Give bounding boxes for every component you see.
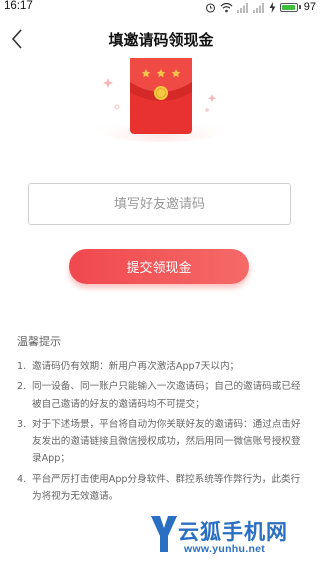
- wifi-icon: [220, 2, 233, 12]
- red-envelope-illustration: [90, 52, 232, 144]
- tip-text: 同一设备、同一账户只能输入一次邀请码；自己的邀请码或已经被自己邀请的好友的邀请码…: [32, 381, 301, 410]
- tip-number: 1.: [17, 361, 27, 372]
- tip-text: 平台严厉打击使用App分身软件、群控系统等作弊行为，此类行为将视为无效邀请。: [32, 473, 301, 503]
- tip-number: 3.: [17, 418, 27, 430]
- status-icons: 97: [205, 0, 316, 14]
- submit-button[interactable]: 提交领现金: [69, 249, 249, 284]
- tip-item: 4. 平台严厉打击使用App分身软件、群控系统等作弊行为，此类行为将视为无效邀请…: [17, 471, 307, 506]
- signal-icon: [252, 2, 264, 13]
- tip-number: 2.: [17, 381, 27, 393]
- tip-item: 1. 邀请码仍有效期：新用户再次激活App7天以内；: [17, 358, 307, 375]
- tips-title: 温馨提示: [17, 335, 61, 348]
- tips-list: 1. 邀请码仍有效期：新用户再次激活App7天以内； 2. 同一设备、同一账户只…: [17, 358, 307, 508]
- battery-icon: 97: [279, 1, 316, 13]
- page-title: 填邀请码领现金: [108, 31, 214, 49]
- tip-item: 2. 同一设备、同一账户只能输入一次邀请码；自己的邀请码或已经被自己邀请的好友的…: [17, 378, 307, 413]
- status-time: 16:17: [4, 0, 33, 12]
- red-envelope-icon: [91, 58, 231, 142]
- alarm-icon: [205, 2, 215, 13]
- nav-bar: 填邀请码领现金: [0, 22, 322, 56]
- tip-text: 对于下述场景，平台将自动为你关联好友的邀请码：通过点击好友发出的邀请链接且微信授…: [32, 418, 301, 465]
- watermark: 云狐手机网 www.yunhu.net: [150, 512, 320, 564]
- tip-number: 4.: [17, 473, 27, 485]
- watermark-url: www.yunhu.net: [184, 543, 266, 555]
- charging-icon: [269, 1, 276, 13]
- signal-icon: [236, 2, 248, 13]
- tip-text: 邀请码仍有效期：新用户再次激活App7天以内；: [32, 361, 240, 372]
- status-bar: 16:17 97: [0, 0, 322, 14]
- tip-item: 3. 对于下述场景，平台将自动为你关联好友的邀请码：通过点击好友发出的邀请链接且…: [17, 416, 307, 468]
- battery-level: 97: [303, 1, 316, 13]
- watermark-logo: [151, 516, 177, 552]
- watermark-name: 云狐手机网: [178, 520, 288, 544]
- invite-code-input[interactable]: [28, 183, 291, 225]
